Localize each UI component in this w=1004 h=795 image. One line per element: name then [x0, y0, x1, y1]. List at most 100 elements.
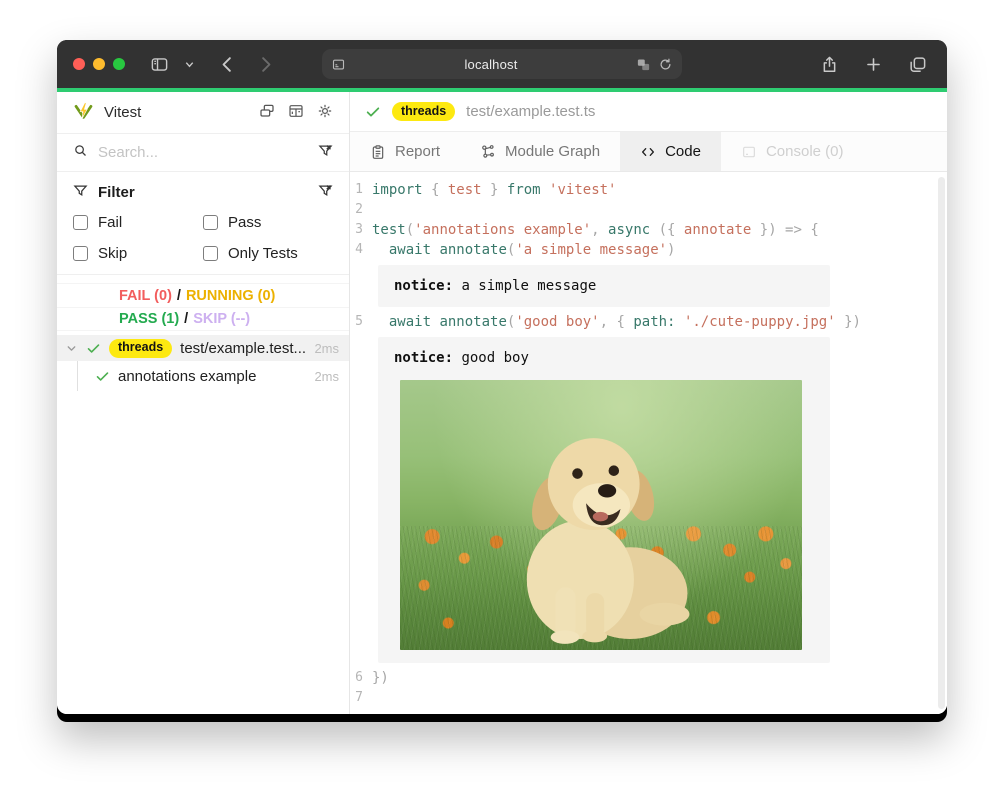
share-icon[interactable] — [817, 52, 841, 76]
line-number: 2 — [350, 200, 372, 220]
traffic-lights — [73, 58, 125, 70]
code-line: 4 await annotate('a simple message') — [350, 240, 947, 260]
checkbox-box[interactable] — [203, 215, 218, 230]
separator: / — [177, 288, 181, 304]
reload-icon[interactable] — [658, 57, 673, 72]
tab-code[interactable]: Code — [620, 132, 721, 171]
checkbox-box[interactable] — [203, 246, 218, 261]
back-icon[interactable] — [215, 52, 239, 76]
sidebar-header: Vitest — [57, 92, 349, 134]
search-icon — [73, 143, 88, 162]
running-count: RUNNING (0) — [186, 288, 275, 304]
test-duration: 2ms — [314, 341, 339, 356]
checkbox-label: Pass — [228, 214, 261, 231]
filter-checkbox-skip[interactable]: Skip — [73, 245, 203, 262]
chevron-down-icon[interactable] — [177, 52, 201, 76]
tab-label: Report — [395, 143, 440, 160]
code-line: 1import { test } from 'vitest' — [350, 180, 947, 200]
search-input[interactable] — [98, 144, 308, 161]
code-icon — [640, 144, 656, 160]
clear-filter-icon[interactable] — [318, 183, 333, 202]
notice-label: notice: — [394, 278, 453, 294]
browser-window: localhost — [57, 40, 947, 722]
skip-count: SKIP (--) — [193, 311, 250, 327]
pass-count: PASS (1) — [119, 311, 179, 327]
tab-label: Console (0) — [766, 143, 844, 160]
line-number: 6 — [350, 668, 372, 688]
page-settings-icon[interactable] — [331, 57, 346, 72]
checkbox-label: Skip — [98, 245, 127, 262]
tab-label: Code — [665, 143, 701, 160]
filter-icon — [73, 183, 88, 202]
collapse-panels-icon[interactable] — [259, 103, 275, 123]
code-line: 6}) — [350, 668, 947, 688]
tree-guide-line — [77, 361, 78, 391]
sidebar-toggle-icon[interactable] — [147, 52, 171, 76]
theme-toggle-icon[interactable] — [317, 103, 333, 123]
code-line: 3test('annotations example', async ({ an… — [350, 220, 947, 240]
line-number: 5 — [350, 312, 372, 332]
line-number: 4 — [350, 240, 372, 260]
address-bar[interactable]: localhost — [322, 49, 682, 79]
close-window-button[interactable] — [73, 58, 85, 70]
filter-checkbox-pass[interactable]: Pass — [203, 214, 333, 231]
tab-overview-icon[interactable] — [905, 52, 929, 76]
pool-badge: threads — [109, 339, 172, 358]
code-line: 7 — [350, 688, 947, 708]
filter-section: Filter Fail Pass Skip Only Tests — [57, 172, 349, 275]
sidebar: Vitest — [57, 92, 350, 714]
tab-report[interactable]: Report — [350, 132, 460, 171]
app-title: Vitest — [104, 104, 141, 121]
clear-search-filter-icon[interactable] — [318, 143, 333, 162]
checkbox-label: Only Tests — [228, 245, 298, 262]
translate-icon[interactable] — [636, 57, 651, 72]
fail-count: FAIL (0) — [119, 288, 172, 304]
notice-label: notice: — [394, 350, 453, 366]
test-case-row[interactable]: annotations example 2ms — [57, 361, 349, 391]
pass-check-icon — [86, 341, 101, 356]
test-tree: threads test/example.test.... 2ms annota… — [57, 335, 349, 391]
vertical-scrollbar[interactable] — [938, 177, 945, 709]
vitest-logo-icon — [73, 102, 94, 123]
annotation-attachment-image — [400, 380, 802, 650]
pool-badge: threads — [392, 102, 455, 121]
code-line: 2 — [350, 200, 947, 220]
code-area: 1import { test } from 'vitest'23test('an… — [350, 172, 947, 714]
pass-check-icon — [95, 369, 110, 384]
pass-check-icon — [365, 104, 381, 120]
dashboard-icon[interactable] — [288, 103, 304, 123]
new-tab-icon[interactable] — [861, 52, 885, 76]
test-file-row[interactable]: threads test/example.test.... 2ms — [57, 335, 349, 361]
chevron-down-icon[interactable] — [65, 342, 78, 355]
url-text: localhost — [346, 57, 636, 72]
tab-module-graph[interactable]: Module Graph — [460, 132, 620, 171]
code-line: 5 await annotate('good boy', { path: './… — [350, 312, 947, 332]
line-number: 3 — [350, 220, 372, 240]
puppy-illustration — [487, 414, 707, 646]
tab-bar: Report Module Graph Code Console (0) — [350, 132, 947, 172]
checkbox-box[interactable] — [73, 246, 88, 261]
zoom-window-button[interactable] — [113, 58, 125, 70]
main-panel: threads test/example.test.ts Report Modu… — [350, 92, 947, 714]
tab-label: Module Graph — [505, 143, 600, 160]
filter-checkbox-fail[interactable]: Fail — [73, 214, 203, 231]
code-panel: 1import { test } from 'vitest'23test('an… — [350, 172, 947, 714]
annotation-notice: notice: a simple message — [378, 265, 830, 307]
module-graph-icon — [480, 144, 496, 160]
checkbox-box[interactable] — [73, 215, 88, 230]
checkbox-label: Fail — [98, 214, 122, 231]
test-case-name: annotations example — [118, 368, 306, 385]
notice-message: a simple message — [453, 278, 596, 294]
filter-checkbox-only-tests[interactable]: Only Tests — [203, 245, 333, 262]
annotation-notice: notice: good boy — [378, 337, 830, 663]
browser-titlebar: localhost — [57, 40, 947, 88]
minimize-window-button[interactable] — [93, 58, 105, 70]
report-icon — [370, 144, 386, 160]
file-path: test/example.test.ts — [466, 103, 595, 120]
console-icon — [741, 144, 757, 160]
notice-message: good boy — [453, 350, 529, 366]
tab-console[interactable]: Console (0) — [721, 132, 864, 171]
forward-icon[interactable] — [253, 52, 277, 76]
test-file-name: test/example.test.... — [180, 340, 306, 357]
separator: / — [184, 311, 188, 327]
